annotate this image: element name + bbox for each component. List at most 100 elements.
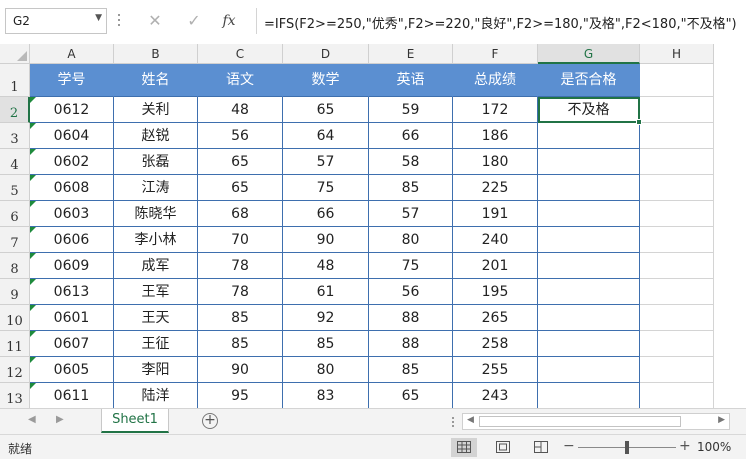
enter-icon[interactable]: ✓ (181, 10, 207, 32)
table-cell[interactable]: 赵锐 (114, 123, 198, 149)
table-cell[interactable]: 172 (453, 97, 538, 123)
formula-input[interactable]: =IFS(F2>=250,"优秀",F2>=220,"良好",F2>=180,"… (256, 8, 746, 34)
table-header-cell[interactable]: 英语 (369, 64, 453, 97)
row-header-3[interactable]: 3 (0, 123, 30, 149)
id-cell[interactable]: 0606 (30, 227, 114, 253)
previous-sheet-icon[interactable]: ◀ (28, 414, 36, 425)
row-header-11[interactable]: 11 (0, 331, 30, 357)
table-cell[interactable]: 61 (283, 279, 369, 305)
id-cell[interactable]: 0607 (30, 331, 114, 357)
table-cell[interactable]: 90 (283, 227, 369, 253)
table-cell[interactable] (538, 123, 640, 149)
table-cell[interactable]: 65 (198, 175, 283, 201)
id-cell[interactable]: 0605 (30, 357, 114, 383)
id-cell[interactable]: 0613 (30, 279, 114, 305)
row-header-1[interactable]: 1 (0, 64, 30, 97)
table-cell[interactable]: 201 (453, 253, 538, 279)
table-cell[interactable]: 陆洋 (114, 383, 198, 408)
table-cell[interactable]: 75 (283, 175, 369, 201)
table-cell[interactable]: 66 (283, 201, 369, 227)
table-cell[interactable]: 65 (369, 383, 453, 408)
table-cell[interactable] (538, 357, 640, 383)
id-cell[interactable]: 0603 (30, 201, 114, 227)
drag-handle-icon[interactable] (118, 11, 122, 31)
id-cell[interactable]: 0604 (30, 123, 114, 149)
table-cell[interactable]: 48 (198, 97, 283, 123)
next-sheet-icon[interactable]: ▶ (56, 414, 64, 425)
table-cell[interactable] (640, 383, 714, 408)
table-cell[interactable]: 57 (283, 149, 369, 175)
table-cell[interactable]: 56 (198, 123, 283, 149)
table-cell[interactable]: 265 (453, 305, 538, 331)
row-header-9[interactable]: 9 (0, 279, 30, 305)
table-cell[interactable]: 陈晓华 (114, 201, 198, 227)
row-header-12[interactable]: 12 (0, 357, 30, 383)
table-cell[interactable] (538, 201, 640, 227)
row-header-6[interactable]: 6 (0, 201, 30, 227)
table-cell[interactable] (640, 253, 714, 279)
table-cell[interactable] (640, 357, 714, 383)
table-cell[interactable]: 83 (283, 383, 369, 408)
table-cell[interactable]: 85 (198, 305, 283, 331)
table-cell[interactable]: 92 (283, 305, 369, 331)
table-header-cell[interactable]: 姓名 (114, 64, 198, 97)
zoom-in-button[interactable]: + (679, 438, 691, 454)
table-cell[interactable]: 58 (369, 149, 453, 175)
column-header-a[interactable]: A (30, 44, 114, 64)
table-cell[interactable]: 240 (453, 227, 538, 253)
id-cell[interactable]: 0601 (30, 305, 114, 331)
table-cell[interactable]: 李阳 (114, 357, 198, 383)
table-cell[interactable] (640, 279, 714, 305)
table-cell[interactable] (640, 331, 714, 357)
table-cell[interactable]: 王天 (114, 305, 198, 331)
table-cell[interactable]: 66 (369, 123, 453, 149)
table-cell[interactable] (640, 305, 714, 331)
table-cell[interactable]: 65 (198, 149, 283, 175)
table-cell[interactable] (640, 201, 714, 227)
table-cell[interactable]: 成军 (114, 253, 198, 279)
zoom-out-button[interactable]: − (563, 438, 575, 454)
table-header-cell[interactable]: 语文 (198, 64, 283, 97)
table-cell[interactable]: 80 (283, 357, 369, 383)
table-cell[interactable]: 78 (198, 253, 283, 279)
table-cell[interactable]: 186 (453, 123, 538, 149)
table-cell[interactable]: 王征 (114, 331, 198, 357)
scroll-right-icon[interactable]: ▶ (718, 415, 725, 425)
select-all-button[interactable] (0, 44, 30, 64)
id-cell[interactable]: 0602 (30, 149, 114, 175)
table-cell[interactable] (640, 123, 714, 149)
table-cell[interactable]: 85 (369, 357, 453, 383)
column-header-g[interactable]: G (538, 44, 640, 64)
id-cell[interactable]: 0611 (30, 383, 114, 408)
page-break-preview-icon[interactable] (528, 438, 554, 457)
table-cell[interactable]: 不及格 (538, 97, 640, 123)
table-cell[interactable]: 255 (453, 357, 538, 383)
table-cell[interactable] (640, 175, 714, 201)
id-cell[interactable]: 0608 (30, 175, 114, 201)
row-header-5[interactable]: 5 (0, 175, 30, 201)
table-cell[interactable]: 70 (198, 227, 283, 253)
table-cell[interactable]: 85 (283, 331, 369, 357)
table-cell[interactable]: 64 (283, 123, 369, 149)
row-header-13[interactable]: 13 (0, 383, 30, 408)
table-cell[interactable]: 李小林 (114, 227, 198, 253)
table-cell[interactable]: 85 (198, 331, 283, 357)
table-cell[interactable]: 180 (453, 149, 538, 175)
add-sheet-icon[interactable]: + (202, 413, 218, 429)
table-header-cell[interactable]: 总成绩 (453, 64, 538, 97)
column-header-c[interactable]: C (198, 44, 283, 64)
table-cell[interactable]: 68 (198, 201, 283, 227)
table-header-cell[interactable]: 是否合格 (538, 64, 640, 97)
column-header-d[interactable]: D (283, 44, 369, 64)
table-cell[interactable] (538, 149, 640, 175)
normal-view-icon[interactable] (451, 438, 477, 457)
table-header-cell[interactable]: 学号 (30, 64, 114, 97)
table-cell[interactable] (538, 305, 640, 331)
table-cell[interactable]: 78 (198, 279, 283, 305)
table-cell[interactable] (640, 149, 714, 175)
table-cell[interactable]: 65 (283, 97, 369, 123)
table-cell[interactable]: 王军 (114, 279, 198, 305)
column-header-b[interactable]: B (114, 44, 198, 64)
row-header-10[interactable]: 10 (0, 305, 30, 331)
table-cell[interactable]: 48 (283, 253, 369, 279)
